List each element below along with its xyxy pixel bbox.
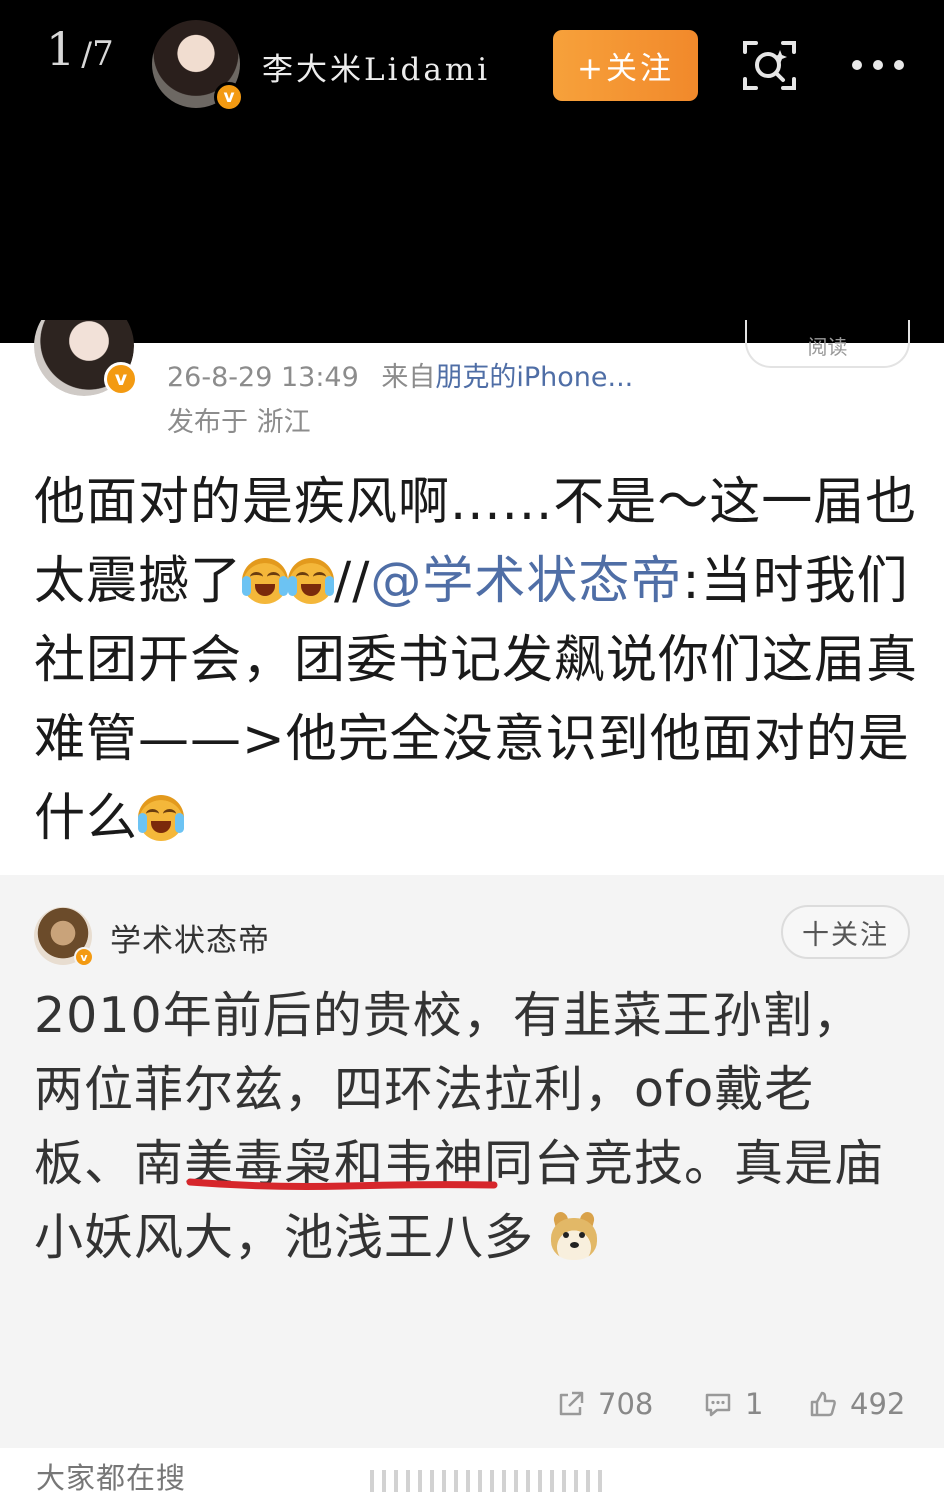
image-search-icon[interactable] (742, 38, 797, 93)
laugh-cry-emoji-icon (138, 795, 185, 841)
share-button[interactable]: 708 (556, 1387, 653, 1421)
quoted-author-name[interactable]: 学术状态帝 (110, 915, 270, 960)
comment-icon (705, 1393, 731, 1417)
comment-count: 1 (745, 1387, 764, 1421)
image-counter-total: 7 (92, 34, 114, 74)
doge-emoji-icon (550, 1210, 597, 1262)
quoted-post-text: 2010年前后的贵校，有韭菜王孙割，两位菲尔兹，四环法拉利，ofo戴老板、南美毒… (34, 979, 904, 1275)
post-location: 发布于 浙江 (167, 407, 311, 438)
read-count-button[interactable]: 阅读 (745, 320, 910, 368)
post-meta: 26-8-29 13:49 来自朋克的iPhone... (167, 355, 633, 394)
mention-link[interactable]: @学术状态帝 (370, 552, 682, 611)
post-avatar-badge-wrap: v (34, 320, 138, 396)
follow-button[interactable]: +关注 (553, 30, 698, 101)
image-counter: 1/7 (46, 22, 114, 76)
quoted-text-body: 2010年前后的贵校，有韭菜王孙割，两位菲尔兹，四环法拉利，ofo戴老板、南美毒… (34, 987, 885, 1266)
author-avatar[interactable]: v (152, 20, 244, 112)
image-viewer-header: 1/7 v 李大米Lidami +关注 (0, 0, 944, 343)
verified-badge-icon: v (104, 362, 138, 396)
post-timestamp: 26-8-29 13:49 (167, 362, 359, 393)
quoted-post[interactable]: v 学术状态帝 十关注 2010年前后的贵校，有韭菜王孙割，两位菲尔兹，四环法拉… (0, 875, 944, 1448)
image-counter-current: 1 (46, 22, 76, 76)
quoted-follow-button[interactable]: 十关注 (781, 905, 910, 959)
more-options-icon[interactable] (852, 57, 904, 73)
laugh-cry-emoji-icon (288, 558, 335, 604)
verified-badge-icon: v (74, 947, 94, 967)
comment-button[interactable]: 1 (703, 1387, 763, 1421)
repost-separator: // (334, 552, 371, 611)
thumbs-up-icon (810, 1391, 836, 1417)
source-prefix: 来自 (381, 362, 436, 393)
like-count: 492 (850, 1387, 906, 1421)
verified-badge-icon: v (214, 82, 244, 112)
share-count: 708 (598, 1387, 654, 1421)
image-counter-separator: / (81, 35, 93, 73)
quoted-author-avatar[interactable]: v (34, 907, 94, 967)
like-button[interactable]: 492 (808, 1387, 905, 1421)
hand-drawn-underline (186, 1178, 498, 1190)
trending-scroll-indicator (370, 1470, 602, 1492)
laugh-cry-emoji-icon (242, 558, 289, 604)
share-icon (559, 1391, 584, 1416)
trending-search-label[interactable]: 大家都在搜 (36, 1455, 186, 1497)
author-name[interactable]: 李大米Lidami (262, 44, 490, 89)
source-device-link[interactable]: 朋克的iPhone... (435, 362, 633, 393)
post-body: 他面对的是疾风啊......不是～这一届也太震撼了//@学术状态帝:当时我们社团… (34, 463, 918, 858)
